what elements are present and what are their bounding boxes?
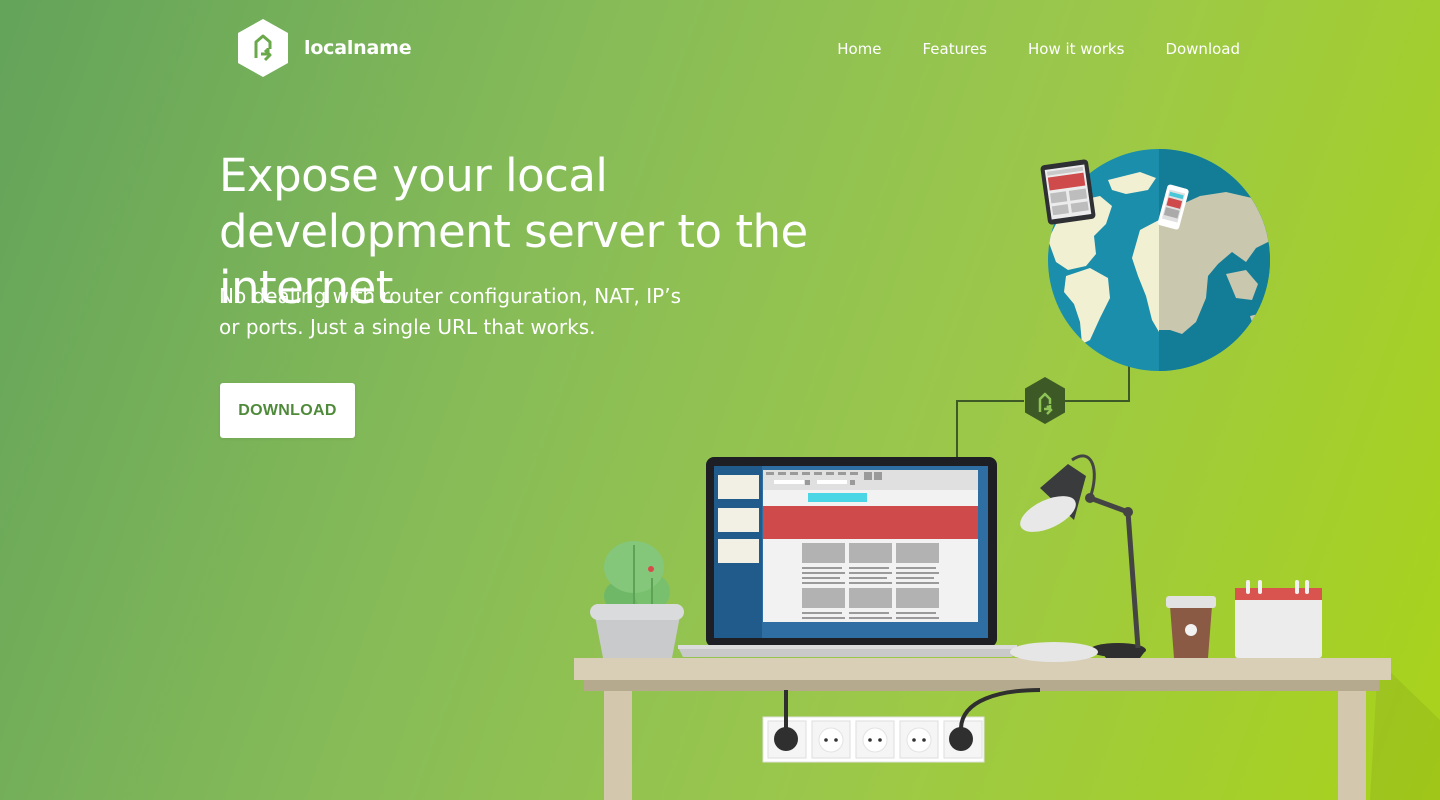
hero-illustration [574,149,1440,800]
localname-node-icon [1025,377,1065,424]
tablet-icon [1040,159,1096,225]
calendar-icon [1235,580,1322,658]
desk-lamp-icon [1020,454,1146,658]
coffee-cup-icon [1166,596,1216,658]
laptop-icon [678,457,1017,657]
plant-icon [590,541,684,658]
mouse-icon [1010,642,1098,662]
